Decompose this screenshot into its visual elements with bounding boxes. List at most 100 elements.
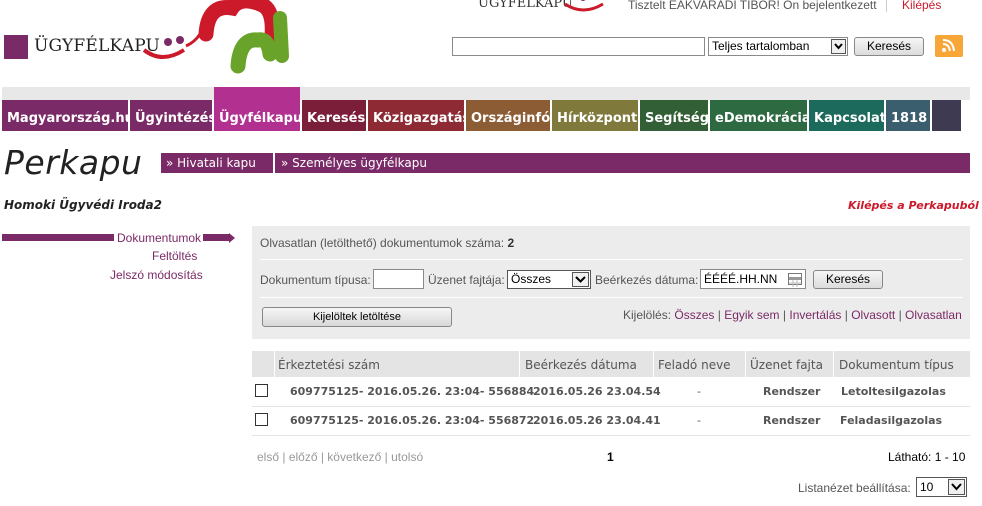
page-title: Perkapu [4, 143, 143, 182]
first-page-link[interactable]: első [257, 450, 279, 464]
search-button[interactable]: Keresés [854, 37, 924, 56]
unread-count: 2 [507, 236, 515, 250]
download-selected-button[interactable]: Kijelöltek letöltése [262, 307, 452, 327]
mohu-logo-icon [198, 0, 289, 74]
doc-type-label: Dokumentum típusa: [260, 273, 371, 287]
panel-divider [260, 297, 963, 298]
table-cell-document-type: Letoltesilgazolas [841, 385, 946, 398]
row-checkbox[interactable] [255, 413, 268, 426]
date-label: Beérkezés dátuma: [595, 273, 699, 287]
column-divider [653, 351, 654, 377]
column-divider [745, 351, 746, 377]
nav-top-strip [2, 87, 970, 100]
chevron-down-icon[interactable] [948, 479, 965, 495]
msg-type-label: Üzenet fajtája: [428, 273, 505, 287]
column-header-message-type[interactable]: Üzenet fajta [750, 358, 823, 372]
rss-icon[interactable] [935, 35, 963, 57]
top-smile-icon [564, 0, 604, 12]
nav-item-1818[interactable]: 1818 [886, 100, 930, 131]
column-divider [519, 351, 520, 377]
nav-item-ügyfélkapu[interactable]: Ügyfélkapu [214, 87, 302, 131]
double-chevron-right-icon: » [281, 156, 293, 170]
selection-label: Kijelölés: [623, 308, 672, 322]
panel-divider [260, 259, 963, 260]
top-ugyfelkapu-text: ÜGYFÉLKAPU [478, 0, 573, 11]
chevron-down-icon[interactable] [831, 39, 846, 54]
row-checkbox[interactable] [255, 384, 268, 397]
exit-perkapu-link[interactable]: Kilépés a Perkapuból [848, 199, 979, 212]
header-separator [886, 0, 887, 12]
portal-separator [273, 153, 275, 173]
table-cell-arrival-number: 609775125- 2016.05.26. 23:04- 556872 [290, 414, 535, 427]
last-page-link[interactable]: utolsó [391, 450, 423, 464]
table-cell-arrival-date: 2016.05.26 23.04.41 [533, 414, 661, 427]
next-page-link[interactable]: következő [327, 450, 381, 464]
nav-item-extra[interactable] [932, 100, 961, 131]
arrow-right-icon [229, 233, 235, 243]
table-cell-document-type: Feladasilgazolas [840, 414, 943, 427]
nav-item-edemokrácia[interactable]: eDemokrácia [710, 100, 811, 131]
table-cell-message-type: Rendszer [763, 385, 821, 398]
table-cell-arrival-number: 609775125- 2016.05.26. 23:04- 556884 [290, 385, 535, 398]
table-cell-message-type: Rendszer [763, 414, 821, 427]
nav-item-országinfó[interactable]: Országinfó [466, 100, 550, 131]
date-input-value: ÉÉÉÉ.HH.NN [704, 272, 778, 286]
calendar-icon[interactable] [788, 273, 802, 287]
table-cell-arrival-date: 2016.05.26 23.04.54 [533, 385, 661, 398]
logout-link[interactable]: Kilépés [902, 0, 941, 12]
table-cell-sender: - [697, 414, 701, 427]
nav-item-keresés[interactable]: Keresés [302, 100, 366, 131]
select-read-link[interactable]: Olvasott [851, 308, 895, 322]
chevron-down-icon[interactable] [572, 272, 589, 287]
column-header-sender[interactable]: Feladó neve [658, 358, 731, 372]
visible-range: Látható: 1 - 10 [888, 450, 966, 464]
row-divider [252, 435, 970, 436]
msg-type-value: Összes [511, 272, 552, 286]
search-scope-select[interactable]: Teljes tartalomban [708, 37, 848, 56]
column-header-document-type[interactable]: Dokumentum típus [839, 358, 954, 372]
filter-search-button[interactable]: Keresés [813, 270, 883, 289]
left-menu-item-documents[interactable]: Dokumentumok [117, 231, 201, 245]
row-divider [252, 406, 970, 407]
doc-type-input[interactable] [373, 269, 424, 289]
column-divider [833, 351, 834, 377]
column-divider [274, 351, 275, 377]
szemelyes-ugyfelkapu-link[interactable]: » Személyes ügyfélkapu [281, 153, 427, 173]
smile-logo-icon [142, 33, 202, 59]
table-cell-sender: - [697, 385, 701, 398]
msg-type-select[interactable]: Összes [507, 270, 591, 289]
left-menu-item-upload[interactable]: Feltöltés [152, 249, 197, 263]
select-all-link[interactable]: Összes [674, 308, 714, 322]
main-nav: Magyarország.hu Ügyintézés Ügyfélkapu Keres… [2, 87, 963, 131]
list-view-value: 10 [920, 480, 934, 494]
greeting-text: Tisztelt EAKVARADI TIBOR! Ön bejelentkez… [628, 0, 877, 12]
left-menu-active-line [2, 234, 114, 241]
search-input[interactable] [452, 37, 705, 56]
pager: első | előző | következő | utolsó [257, 450, 424, 464]
double-chevron-right-icon: » [166, 156, 178, 170]
hivatali-kapu-link[interactable]: » Hivatali kapu [166, 153, 256, 173]
left-menu-active-marker [203, 234, 229, 241]
select-unread-link[interactable]: Olvasatlan [905, 308, 962, 322]
prev-page-link[interactable]: előző [289, 450, 318, 464]
unread-count-text: Olvasatlan (letölthető) dokumentumok szá… [260, 236, 515, 250]
select-invert-link[interactable]: Invertálás [789, 308, 841, 322]
nav-item-hírközpont[interactable]: Hírközpont [552, 100, 638, 131]
select-none-link[interactable]: Egyik sem [724, 308, 779, 322]
nav-item-segítség[interactable]: Segítség [640, 100, 709, 131]
column-header-arrival-number[interactable]: Érkeztetési szám [278, 358, 380, 372]
organization-name: Homoki Ügyvédi Iroda2 [4, 198, 162, 212]
date-input[interactable]: ÉÉÉÉ.HH.NN [700, 269, 806, 289]
list-view-label: Listanézet beállítása: [798, 481, 911, 495]
nav-item-közigazgatás[interactable]: Közigazgatás [368, 100, 470, 131]
column-header-arrival-date[interactable]: Beérkezés dátuma [525, 358, 637, 372]
left-menu-item-password[interactable]: Jelszó módosítás [110, 268, 203, 282]
list-view-select[interactable]: 10 [916, 477, 967, 497]
selection-links: Kijelölés: Összes | Egyik sem | Invertál… [623, 308, 962, 322]
search-scope-value: Teljes tartalomban [712, 39, 810, 53]
nav-item-magyarország-hu[interactable]: Magyarország.hu [2, 100, 134, 131]
nav-item-kapcsolat[interactable]: Kapcsolat [809, 100, 886, 131]
current-page: 1 [607, 450, 614, 464]
logo-square [4, 35, 28, 59]
nav-item-ügyintézés[interactable]: Ügyintézés [130, 100, 216, 131]
